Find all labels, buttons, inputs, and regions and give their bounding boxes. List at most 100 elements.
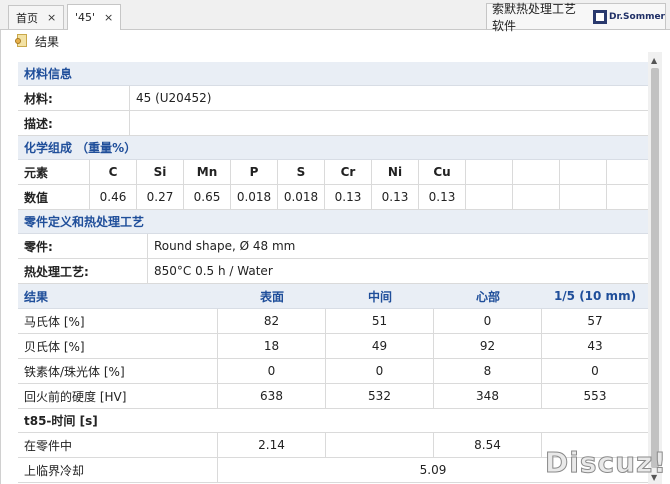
scroll-thumb[interactable] [651,68,659,468]
element-name: Cr [325,160,372,184]
element-name: C [90,160,137,184]
chevron-up-icon[interactable]: ▲ [651,56,657,65]
row-value: 0 [434,309,542,333]
empty-cell [607,160,643,184]
element-value: 0.27 [137,185,184,209]
row-value [326,433,434,457]
element-name: S [278,160,325,184]
table-row: 马氏体 [%] 82 51 0 57 [18,309,648,334]
row-value: 532 [326,384,434,408]
row-label: 铁素体/珠光体 [%] [18,359,218,383]
element-header: 元素 [18,160,90,184]
element-name: Ni [372,160,419,184]
element-name: Si [137,160,184,184]
part-value: Round shape, Ø 48 mm [154,239,296,253]
process-row: 热处理工艺: 850°C 0.5 h / Water [18,259,648,284]
process-label: 热处理工艺: [18,259,148,283]
value-header: 数值 [18,185,90,209]
row-label: 上临界冷却 [18,458,218,482]
element-name: Cu [419,160,466,184]
row-value: 43 [587,339,603,353]
element-value: 0.13 [372,185,419,209]
brand-logo: Dr.Sommer [592,9,665,24]
col-middle: 中间 [367,289,392,304]
results-header: 结果 表面 中间 心部 1/5 (10 mm) [18,284,648,309]
empty-cell [466,160,513,184]
results-title: 结果 [24,289,49,304]
frame-border [0,30,1,484]
row-value: 348 [434,384,542,408]
table-row: 回火前的硬度 [HV] 638 532 348 553 [18,384,648,409]
element-value: 0.46 [90,185,137,209]
empty-cell [560,185,607,209]
row-value: 2.14 [218,433,326,457]
empty-cell [513,160,560,184]
tab-45-label: '45' [75,11,96,24]
process-value: 850°C 0.5 h / Water [154,264,273,278]
element-name: Mn [184,160,231,184]
part-row: 零件: Round shape, Ø 48 mm [18,234,648,259]
element-row: 元素 C Si Mn P S Cr Ni Cu [18,160,648,185]
description-label: 描述: [18,111,130,135]
section-chemistry: 化学组成 （重量%） [18,136,648,160]
tab-45[interactable]: '45' × [67,4,122,30]
col-fifth: 1/5 (10 mm) [553,289,637,303]
element-value: 0.13 [325,185,372,209]
brand-logo-text: Dr.Sommer [608,11,665,22]
close-icon[interactable]: × [104,11,113,24]
empty-cell [560,160,607,184]
part-label: 零件: [18,234,148,258]
row-value: 0 [591,364,599,378]
row-value: 0 [326,359,434,383]
brand-banner: 索默热处理工艺软件 Dr.Sommer [486,2,666,33]
row-label: 贝氏体 [%] [18,334,218,358]
row-label: 马氏体 [%] [18,309,218,333]
tab-home-label: 首页 [16,11,38,25]
row-value: 8 [434,359,542,383]
element-value: 0.65 [184,185,231,209]
row-value: 8.54 [434,433,542,457]
element-value: 0.018 [231,185,278,209]
row-label: 回火前的硬度 [HV] [18,384,218,408]
element-name: P [231,160,278,184]
row-value: 18 [218,334,326,358]
empty-cell [466,185,513,209]
section-material: 材料信息 [18,62,648,86]
row-value: 51 [326,309,434,333]
watermark: Discuz! [544,446,668,480]
row-value: 57 [587,314,603,328]
material-value: 45 (U20452) [136,91,212,105]
t85-title: t85-时间 [s] [24,414,98,428]
material-label: 材料: [18,86,130,110]
empty-cell [513,185,560,209]
col-surface: 表面 [259,289,284,304]
value-row: 数值 0.46 0.27 0.65 0.018 0.018 0.13 0.13 … [18,185,648,210]
row-value: 638 [218,384,326,408]
col-core: 心部 [475,289,500,304]
section-t85: t85-时间 [s] [18,409,648,433]
close-icon[interactable]: × [47,11,56,24]
result-icon[interactable] [14,33,30,49]
row-value: 553 [583,389,607,403]
description-value [130,111,648,135]
section-part: 零件定义和热处理工艺 [18,210,648,234]
logo-icon [592,9,607,24]
material-row: 材料: 45 (U20452) [18,86,648,111]
table-row: 贝氏体 [%] 18 49 92 43 [18,334,648,359]
row-value: 82 [218,309,326,333]
empty-cell [607,185,643,209]
element-value: 0.13 [419,185,466,209]
table-row: 铁素体/珠光体 [%] 0 0 8 0 [18,359,648,384]
toolbar-label: 结果 [35,34,60,49]
vertical-scrollbar[interactable]: ▲ ▼ [648,52,662,484]
toolbar: 结果 [14,30,59,52]
tab-home[interactable]: 首页 × [8,5,65,29]
element-value: 0.018 [278,185,325,209]
brand-text: 索默热处理工艺软件 [492,1,577,33]
report-content: 材料信息 材料: 45 (U20452) 描述: 化学组成 （重量%） 元素 C… [18,62,648,483]
description-row: 描述: [18,111,648,136]
row-value: 0 [218,359,326,383]
row-label: 在零件中 [18,433,218,457]
row-value: 92 [434,334,542,358]
row-value: 49 [326,334,434,358]
